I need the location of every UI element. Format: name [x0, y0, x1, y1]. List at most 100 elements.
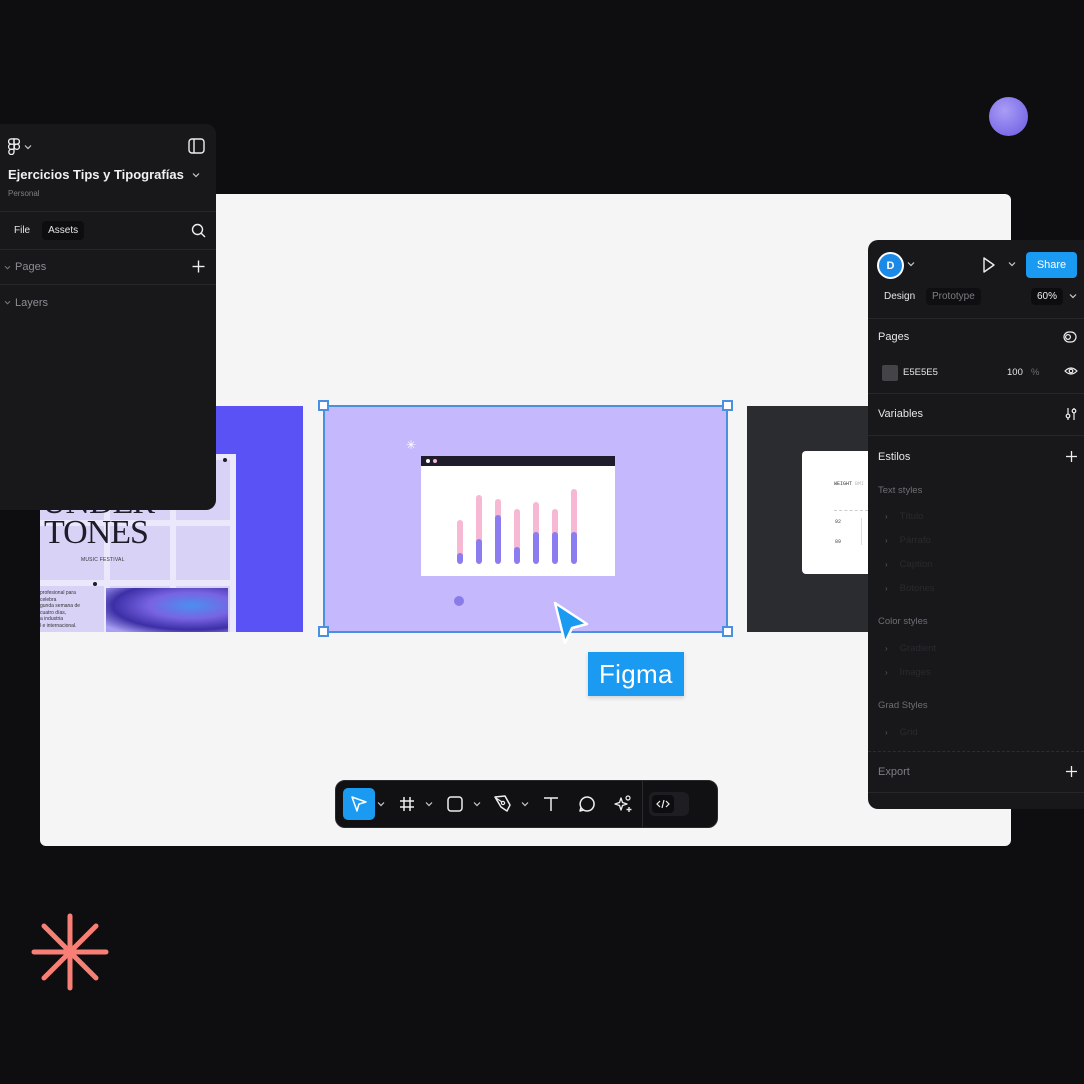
decorative-orb	[989, 97, 1028, 136]
style-item[interactable]: › Grid	[885, 727, 918, 738]
add-export-icon[interactable]	[1066, 766, 1077, 777]
cursor-name-tag: Figma	[588, 652, 684, 696]
rectangle-icon	[447, 796, 463, 812]
chevron-down-icon	[4, 265, 11, 269]
pages-fill-section: Pages E5E5E5 100 %	[868, 319, 1084, 394]
poster-dot	[223, 458, 227, 462]
illustration-bar	[514, 509, 520, 564]
frame-tool-dropdown[interactable]	[423, 801, 435, 807]
user-avatar[interactable]: D	[877, 252, 904, 279]
poster-gradient-image	[106, 588, 228, 632]
frame-tool-button[interactable]	[391, 788, 423, 820]
design-panel: D Share Design Prototype 60% Pages E5E5E…	[868, 240, 1084, 809]
share-button[interactable]: Share	[1026, 252, 1077, 278]
text-tool-button[interactable]	[535, 788, 567, 820]
toggle-visibility-icon[interactable]	[1063, 331, 1077, 343]
asterisk-icon	[31, 913, 109, 991]
text-icon	[544, 797, 558, 811]
layers-panel: Ejercicios Tips y Tipografías Personal F…	[0, 124, 216, 510]
export-section[interactable]: Export	[868, 751, 1084, 793]
shape-tool-button[interactable]	[439, 788, 471, 820]
chevron-down-icon	[192, 172, 200, 177]
illustration-bar-fill	[514, 547, 520, 564]
illustration-bar-fill	[533, 532, 539, 564]
tab-assets[interactable]: Assets	[42, 221, 85, 240]
add-style-icon[interactable]	[1066, 451, 1077, 462]
illustration-bar-fill	[476, 539, 482, 564]
pen-tool-button[interactable]	[487, 788, 519, 820]
dev-mode-toggle[interactable]	[649, 792, 689, 816]
browser-titlebar	[421, 456, 615, 466]
actions-tool-button[interactable]	[607, 788, 639, 820]
style-item[interactable]: › Botones	[885, 583, 935, 594]
variables-sliders-icon[interactable]	[1065, 407, 1077, 421]
pen-tool-icon	[494, 795, 511, 812]
search-button[interactable]	[191, 223, 206, 243]
search-icon	[191, 223, 206, 238]
resize-handle-bottom-left[interactable]	[318, 626, 329, 637]
style-item[interactable]: › Images	[885, 667, 931, 678]
card-value: 89	[835, 539, 842, 545]
add-page-button[interactable]	[192, 260, 205, 278]
ai-sparkle-icon	[614, 795, 632, 812]
eye-icon[interactable]	[1064, 366, 1078, 376]
bottom-toolbar	[335, 780, 718, 828]
illustration-bar	[571, 489, 577, 564]
main-menu-button[interactable]	[8, 138, 32, 155]
pages-section[interactable]: Pages	[0, 250, 216, 285]
resize-handle-top-left[interactable]	[318, 400, 329, 411]
move-tool-dropdown[interactable]	[375, 801, 387, 807]
illustration-bar	[495, 499, 501, 564]
chevron-down-icon	[521, 802, 529, 807]
pen-tool-dropdown[interactable]	[519, 801, 531, 807]
chevron-down-icon	[425, 802, 433, 807]
style-item[interactable]: › Título	[885, 511, 923, 522]
poster-subtitle: MUSIC FESTIVAL	[81, 557, 125, 563]
illustration-bar-fill	[552, 532, 558, 564]
comment-icon	[579, 796, 595, 812]
chevron-down-icon[interactable]	[1069, 293, 1077, 299]
file-title[interactable]: Ejercicios Tips y Tipografías	[8, 167, 200, 182]
layers-section[interactable]: Layers	[0, 285, 216, 320]
illustration-bar-fill	[571, 532, 577, 564]
toggle-sidebar-button[interactable]	[188, 138, 205, 159]
decorative-mini-orb	[454, 596, 464, 606]
comment-tool-button[interactable]	[571, 788, 603, 820]
code-icon	[656, 799, 670, 809]
poster-title-line2: TONES	[44, 514, 149, 551]
browser-illustration	[421, 456, 615, 576]
fill-hex-value[interactable]: E5E5E5	[903, 367, 938, 378]
zoom-level-dropdown[interactable]: 60%	[1031, 288, 1064, 305]
illustration-bar	[552, 509, 558, 564]
resize-handle-bottom-right[interactable]	[722, 626, 733, 637]
style-item[interactable]: › Gradient	[885, 643, 936, 654]
plus-icon	[192, 260, 205, 273]
present-play-icon[interactable]	[982, 256, 996, 274]
fill-color-swatch[interactable]	[882, 365, 898, 381]
card-value: 92	[835, 519, 842, 525]
artboard-illustration-selected[interactable]: ✳	[324, 406, 727, 632]
style-item[interactable]: › Párrafo	[885, 535, 931, 546]
collaborator-cursor-icon	[553, 601, 589, 645]
poster-blurb: profesional para celebra gunda semana de…	[40, 590, 81, 629]
chevron-down-icon	[24, 144, 32, 149]
chevron-down-icon	[473, 802, 481, 807]
variables-section[interactable]: Variables	[868, 394, 1084, 436]
fill-opacity-value[interactable]: 100	[1007, 367, 1023, 378]
style-item[interactable]: › Caption	[885, 559, 932, 570]
tab-design[interactable]: Design	[878, 288, 921, 305]
tab-prototype[interactable]: Prototype	[926, 288, 981, 305]
tab-file[interactable]: File	[8, 221, 36, 240]
chevron-down-icon[interactable]	[1008, 261, 1016, 267]
shape-tool-dropdown[interactable]	[471, 801, 483, 807]
card-label: WEIGHT BMI	[834, 481, 865, 487]
resize-handle-top-right[interactable]	[722, 400, 733, 411]
frame-hash-icon	[400, 797, 414, 811]
poster-dot	[93, 582, 97, 586]
illustration-bar	[457, 520, 463, 564]
chevron-down-icon	[4, 300, 11, 305]
illustration-bar	[476, 495, 482, 564]
chevron-down-icon[interactable]	[907, 261, 915, 267]
move-tool-button[interactable]	[343, 788, 375, 820]
illustration-bar-fill	[457, 553, 463, 564]
